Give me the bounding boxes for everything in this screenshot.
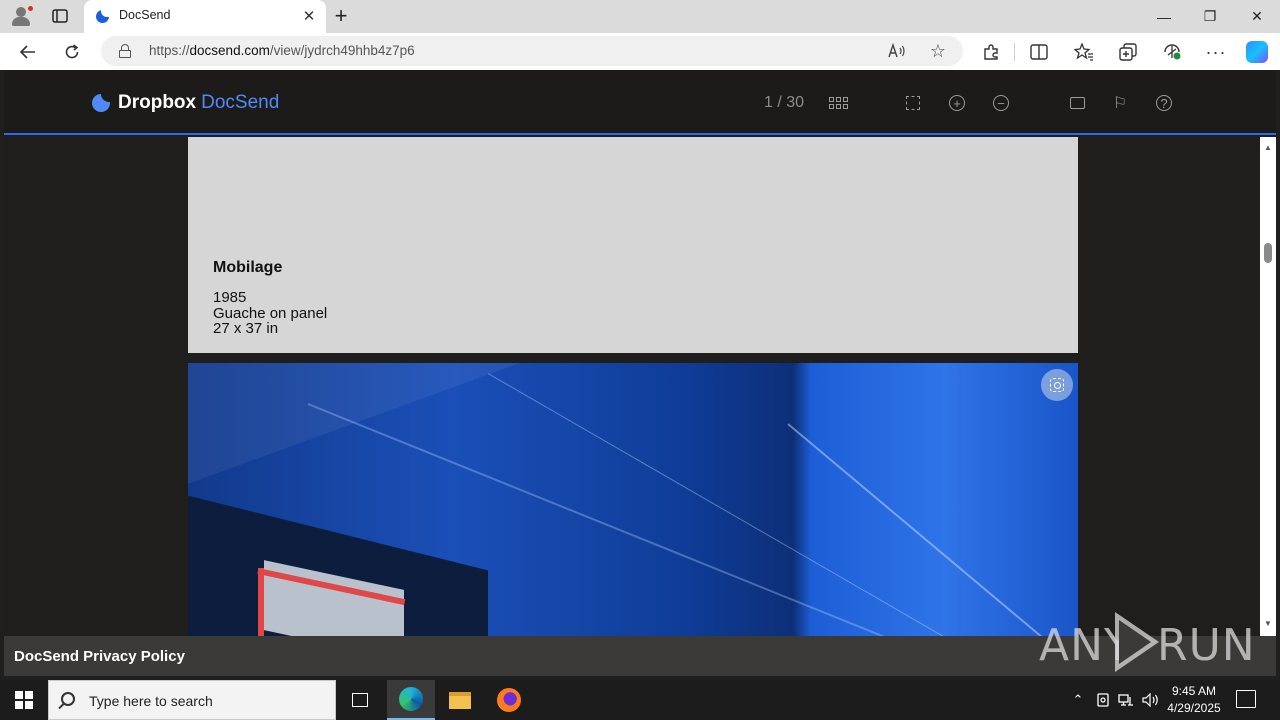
- artwork-year: 1985: [213, 289, 247, 306]
- favorites-icon[interactable]: [1071, 39, 1097, 65]
- docsend-logo-icon: [92, 94, 110, 112]
- folder-icon: [449, 691, 471, 709]
- artwork-size: 27 x 37 in: [213, 320, 279, 337]
- url-text[interactable]: https://docsend.com/view/jydrch49hhb4z7p…: [149, 43, 415, 58]
- restore-window-button[interactable]: ❐: [1187, 0, 1233, 33]
- clock-date: 4/29/2025: [1167, 701, 1221, 715]
- scroll-up-icon[interactable]: ▲: [1264, 143, 1272, 152]
- scroll-down-icon[interactable]: ▼: [1264, 619, 1272, 628]
- copilot-icon[interactable]: [1246, 41, 1268, 63]
- docsend-favicon-icon: [96, 10, 109, 23]
- help-icon[interactable]: ?: [1154, 93, 1174, 113]
- artwork-title: Mobilage: [213, 259, 283, 276]
- artwork-image-page: [188, 363, 1078, 636]
- task-view-icon: [352, 693, 368, 707]
- privacy-policy-link[interactable]: DocSend Privacy Policy: [14, 648, 185, 665]
- flag-icon[interactable]: ⚐: [1110, 93, 1130, 113]
- logo-product: DocSend: [201, 92, 280, 113]
- toolbar-divider: [1014, 43, 1015, 61]
- taskbar-search-box[interactable]: Type here to search: [48, 680, 336, 720]
- logo-brand: Dropbox: [118, 92, 197, 113]
- comment-icon[interactable]: [1067, 93, 1087, 113]
- more-options-icon[interactable]: ···: [1203, 39, 1229, 65]
- tab-title: DocSend: [119, 8, 171, 22]
- browser-essentials-icon[interactable]: [1159, 39, 1185, 65]
- address-bar[interactable]: https://docsend.com/view/jydrch49hhb4z7p…: [101, 36, 963, 66]
- edge-icon: [399, 687, 423, 711]
- dropbox-docsend-logo[interactable]: Dropbox DocSend: [92, 92, 279, 114]
- clock-time: 9:45 AM: [1171, 684, 1217, 698]
- vertical-scrollbar[interactable]: ▲ ▼: [1260, 137, 1276, 636]
- firefox-icon: [497, 688, 521, 712]
- new-tab-button[interactable]: +: [330, 3, 352, 28]
- tab-docsend[interactable]: DocSend ✕: [84, 0, 326, 33]
- read-aloud-icon[interactable]: [887, 41, 907, 61]
- collections-icon[interactable]: [1115, 39, 1141, 65]
- docsend-header: Dropbox DocSend 1 / 30 + − ⚐ ?: [4, 70, 1276, 135]
- screen: DocSend ✕ + — ❐ ✕ https://docsend.com/vi…: [0, 0, 1280, 720]
- document-page: Mobilage 1985 Guache on panel 27 x 37 in: [188, 137, 1078, 353]
- task-view-button[interactable]: [336, 680, 384, 720]
- reload-button[interactable]: [59, 39, 85, 65]
- close-window-button[interactable]: ✕: [1234, 0, 1280, 33]
- anyrun-watermark: ANY RUN: [1039, 608, 1255, 676]
- add-favorite-star-icon[interactable]: ☆: [928, 41, 948, 61]
- extensions-icon[interactable]: [978, 39, 1004, 65]
- windows-logo-icon: [15, 691, 33, 709]
- fullscreen-icon[interactable]: [903, 93, 923, 113]
- browser-tab-strip: DocSend ✕ + — ❐ ✕: [0, 0, 1280, 33]
- split-screen-icon[interactable]: [1026, 39, 1052, 65]
- zoom-in-icon[interactable]: +: [947, 93, 967, 113]
- page-indicator: 1 / 30: [764, 94, 805, 111]
- profile-avatar-icon[interactable]: [10, 5, 34, 27]
- windows-taskbar: Type here to search ⌃ 9:45 AM 4/29/2025: [0, 680, 1280, 720]
- back-button[interactable]: [15, 39, 41, 65]
- start-button[interactable]: [0, 680, 48, 720]
- magnify-icon[interactable]: [1041, 369, 1073, 401]
- device-tray-icon[interactable]: [1094, 680, 1112, 720]
- grid-view-icon[interactable]: [828, 93, 848, 113]
- taskbar-clock[interactable]: 9:45 AM 4/29/2025: [1162, 683, 1226, 717]
- zoom-out-icon[interactable]: −: [991, 93, 1011, 113]
- tab-actions-icon[interactable]: [50, 7, 70, 25]
- network-icon[interactable]: [1117, 680, 1135, 720]
- docsend-viewer: Dropbox DocSend 1 / 30 + − ⚐ ? Mobilage …: [4, 70, 1276, 676]
- search-icon: [61, 692, 75, 706]
- document-scroll-area[interactable]: Mobilage 1985 Guache on panel 27 x 37 in: [4, 137, 1260, 636]
- volume-icon[interactable]: [1140, 680, 1162, 720]
- browser-toolbar: https://docsend.com/view/jydrch49hhb4z7p…: [0, 33, 1280, 70]
- close-tab-icon[interactable]: ✕: [300, 7, 318, 25]
- show-hidden-icons-chevron-icon[interactable]: ⌃: [1068, 680, 1088, 720]
- firefox-taskbar-button[interactable]: [485, 680, 533, 720]
- minimize-window-button[interactable]: —: [1141, 0, 1187, 33]
- notifications-icon[interactable]: [1236, 690, 1256, 708]
- lock-icon[interactable]: [119, 44, 131, 58]
- file-explorer-taskbar-button[interactable]: [436, 680, 484, 720]
- edge-taskbar-button[interactable]: [387, 680, 435, 720]
- search-placeholder: Type here to search: [89, 693, 213, 709]
- scrollbar-thumb[interactable]: [1264, 243, 1272, 263]
